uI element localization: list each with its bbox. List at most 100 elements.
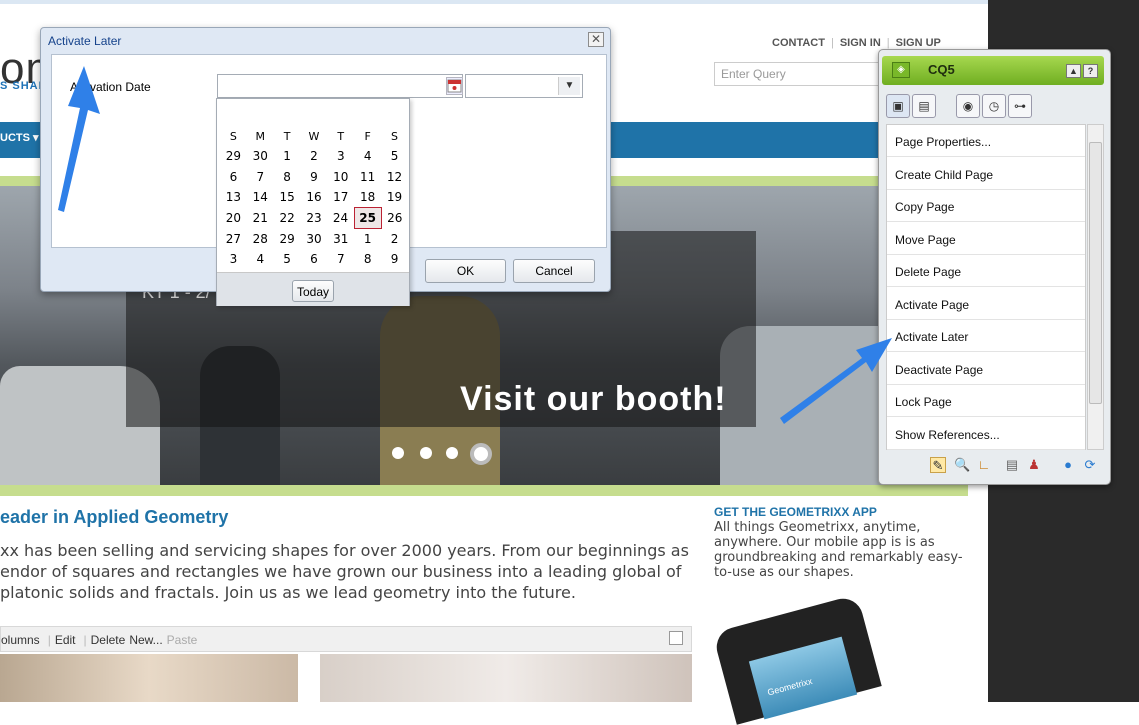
calendar-day[interactable]: 5 xyxy=(274,249,301,270)
calendar-day[interactable]: 14 xyxy=(247,187,274,208)
workflow-tab-icon[interactable]: ◉ xyxy=(956,94,980,118)
sidekick-item[interactable]: Activate Later xyxy=(887,320,1085,352)
calendar-day[interactable]: 2 xyxy=(301,146,328,167)
calendar-day[interactable]: 1 xyxy=(354,228,381,249)
calendar-day[interactable]: 3 xyxy=(327,146,354,167)
sidekick-item[interactable]: Activate Page xyxy=(887,287,1085,320)
sidekick-item[interactable]: Create Child Page xyxy=(887,157,1085,190)
dialog-title: Activate Later xyxy=(48,34,122,48)
calendar-day[interactable]: 6 xyxy=(220,167,247,188)
content-image-woman xyxy=(0,654,298,702)
calendar-day[interactable]: 28 xyxy=(247,228,274,249)
calendar-day[interactable]: 6 xyxy=(301,249,328,270)
calendar-day[interactable]: 2 xyxy=(381,228,408,249)
sidekick-item[interactable]: Copy Page xyxy=(887,190,1085,222)
preview-icon[interactable]: 🔍 xyxy=(954,457,970,473)
delete-button[interactable]: Delete xyxy=(91,633,126,647)
calendar-day[interactable]: 9 xyxy=(381,249,408,270)
calendar-day[interactable]: 11 xyxy=(354,167,381,188)
sitemap-tab-icon[interactable]: ⊶ xyxy=(1008,94,1032,118)
calendar-week: 6 7 8 9 10 11 12 xyxy=(220,167,408,188)
activation-date-label: Activation Date xyxy=(70,80,151,94)
contact-link[interactable]: CONTACT xyxy=(772,37,825,49)
ok-button[interactable]: OK xyxy=(425,259,506,283)
calendar-trigger-icon[interactable] xyxy=(446,77,463,95)
calendar-day[interactable]: 20 xyxy=(220,208,247,229)
search-input[interactable]: Enter Query xyxy=(714,62,880,86)
carousel-dot-2[interactable] xyxy=(420,447,432,459)
calendar-day[interactable]: 10 xyxy=(327,167,354,188)
browser-top-line xyxy=(0,0,988,4)
content-image-lab xyxy=(320,654,692,702)
calendar-day[interactable]: 31 xyxy=(327,228,354,249)
design-icon[interactable]: ∟ xyxy=(976,457,992,473)
calendar-day[interactable]: 3 xyxy=(220,249,247,270)
sign-up-link[interactable]: SIGN UP xyxy=(896,37,941,49)
edit-mode-icon[interactable]: ✎ xyxy=(930,457,946,473)
calendar-day-today[interactable]: 25 xyxy=(353,207,382,229)
calendar-day[interactable]: 18 xyxy=(354,187,381,208)
hero-caption: Visit our booth! xyxy=(460,380,727,418)
calendar-day[interactable]: 30 xyxy=(301,228,328,249)
refresh-icon[interactable]: ⟳ xyxy=(1082,457,1098,473)
sidekick-item[interactable]: Move Page xyxy=(887,222,1085,255)
activation-date-input[interactable] xyxy=(217,74,463,98)
today-button[interactable]: Today xyxy=(292,280,334,302)
versioning-tab-icon[interactable]: ◷ xyxy=(982,94,1006,118)
new-button[interactable]: New... xyxy=(129,633,162,647)
weekday-header: T xyxy=(283,129,291,143)
carousel-dot-3[interactable] xyxy=(446,447,458,459)
carousel-dot-1[interactable] xyxy=(392,447,404,459)
calendar-day[interactable]: 29 xyxy=(220,146,247,167)
help-icon[interactable]: ? xyxy=(1083,64,1098,78)
page-tab-icon[interactable]: ▣ xyxy=(886,94,910,118)
calendar-day[interactable]: 21 xyxy=(247,208,274,229)
date-picker-header[interactable] xyxy=(217,99,409,125)
sidekick-item[interactable]: Lock Page xyxy=(887,385,1085,417)
close-icon[interactable]: ✕ xyxy=(588,32,604,47)
calendar-day[interactable]: 5 xyxy=(381,146,408,167)
lead-title: eader in Applied Geometry xyxy=(0,507,229,527)
calendar-day[interactable]: 7 xyxy=(247,167,274,188)
calendar-day[interactable]: 13 xyxy=(220,187,247,208)
calendar-day[interactable]: 26 xyxy=(381,208,408,229)
collapse-icon[interactable]: ▲ xyxy=(1066,64,1081,78)
calendar-day[interactable]: 17 xyxy=(327,187,354,208)
sidekick-item[interactable]: Delete Page xyxy=(887,255,1085,287)
website-admin-icon[interactable]: ● xyxy=(1060,457,1076,473)
calendar-day[interactable]: 19 xyxy=(381,187,408,208)
calendar-day[interactable]: 9 xyxy=(301,167,328,188)
calendar-day[interactable]: 29 xyxy=(274,228,301,249)
calendar-day[interactable]: 8 xyxy=(354,249,381,270)
sidekick-item[interactable]: Page Properties... xyxy=(887,125,1085,157)
calendar-day[interactable]: 4 xyxy=(247,249,274,270)
calendar-day[interactable]: 1 xyxy=(274,146,301,167)
calendar-day[interactable]: 12 xyxy=(381,167,408,188)
client-context-icon[interactable]: ♟ xyxy=(1026,457,1042,473)
calendar-day[interactable]: 16 xyxy=(301,187,328,208)
calendar-day[interactable]: 7 xyxy=(327,249,354,270)
calendar-day[interactable]: 30 xyxy=(247,146,274,167)
calendar-day[interactable]: 4 xyxy=(354,146,381,167)
cancel-button[interactable]: Cancel xyxy=(513,259,595,283)
nav-products[interactable]: UCTS ▾ xyxy=(0,131,39,144)
sidekick-item[interactable]: Show References... xyxy=(887,417,1085,450)
calendar-week: 20 21 22 23 24 25 26 xyxy=(220,207,408,229)
calendar-day[interactable]: 15 xyxy=(274,187,301,208)
calendar-day[interactable]: 22 xyxy=(274,208,301,229)
scaffolding-icon[interactable]: ▤ xyxy=(1004,457,1020,473)
carousel-dot-active[interactable] xyxy=(470,443,492,465)
paste-button[interactable]: Paste xyxy=(167,633,198,647)
sign-in-link[interactable]: SIGN IN xyxy=(840,37,881,49)
select-checkbox[interactable] xyxy=(669,631,683,645)
edit-button[interactable]: Edit xyxy=(55,633,76,647)
sidekick-item[interactable]: Deactivate Page xyxy=(887,352,1085,385)
scrollbar-thumb[interactable] xyxy=(1089,142,1102,404)
calendar-day[interactable]: 24 xyxy=(327,208,354,229)
calendar-day[interactable]: 27 xyxy=(220,228,247,249)
calendar-day[interactable]: 23 xyxy=(301,208,328,229)
chevron-down-icon[interactable]: ▼ xyxy=(558,77,580,95)
columns-button[interactable]: olumns xyxy=(1,633,40,647)
calendar-day[interactable]: 8 xyxy=(274,167,301,188)
components-tab-icon[interactable]: ▤ xyxy=(912,94,936,118)
